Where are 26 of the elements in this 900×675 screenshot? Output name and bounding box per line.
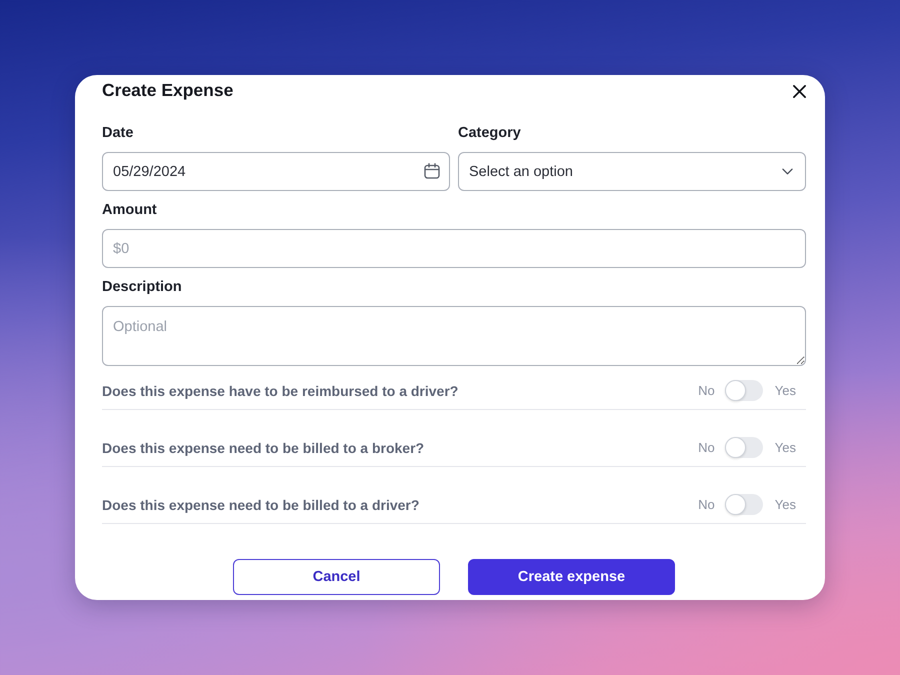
question-text: Does this expense need to be billed to a driver? <box>102 496 420 514</box>
date-field[interactable]: 05/29/2024 <box>102 152 450 191</box>
toggle-on-label: Yes <box>774 438 796 456</box>
create-button[interactable]: Create expense <box>468 559 675 595</box>
field-label: Date <box>102 124 134 142</box>
toggle-off-label: No <box>698 438 715 456</box>
toggle-switch[interactable] <box>724 380 763 401</box>
amount-field[interactable]: $0 <box>102 229 806 268</box>
description-field[interactable]: Optional <box>102 306 806 366</box>
toggle-switch[interactable] <box>724 494 763 515</box>
field-label: Category <box>458 124 521 142</box>
question-text: Does this expense have to be reimbursed to a driver? <box>102 382 458 400</box>
chevron-down-icon <box>782 168 793 175</box>
question-text: Does this expense need to be billed to a broker? <box>102 438 424 458</box>
toggle-off-label: No <box>698 382 715 400</box>
toggle-switch[interactable] <box>724 437 763 458</box>
toggle-off-label: No <box>698 496 715 514</box>
calendar-icon[interactable] <box>424 163 440 179</box>
cancel-button[interactable]: Cancel <box>233 559 440 595</box>
field-label: Description <box>102 278 182 296</box>
toggle-on-label: Yes <box>774 496 796 514</box>
dropdown-field[interactable]: Select an option <box>458 152 806 191</box>
field-label: Amount <box>102 201 157 219</box>
close-icon[interactable] <box>793 84 806 98</box>
dialog-title: Create Expense <box>102 80 234 100</box>
toggle-on-label: Yes <box>774 382 796 400</box>
